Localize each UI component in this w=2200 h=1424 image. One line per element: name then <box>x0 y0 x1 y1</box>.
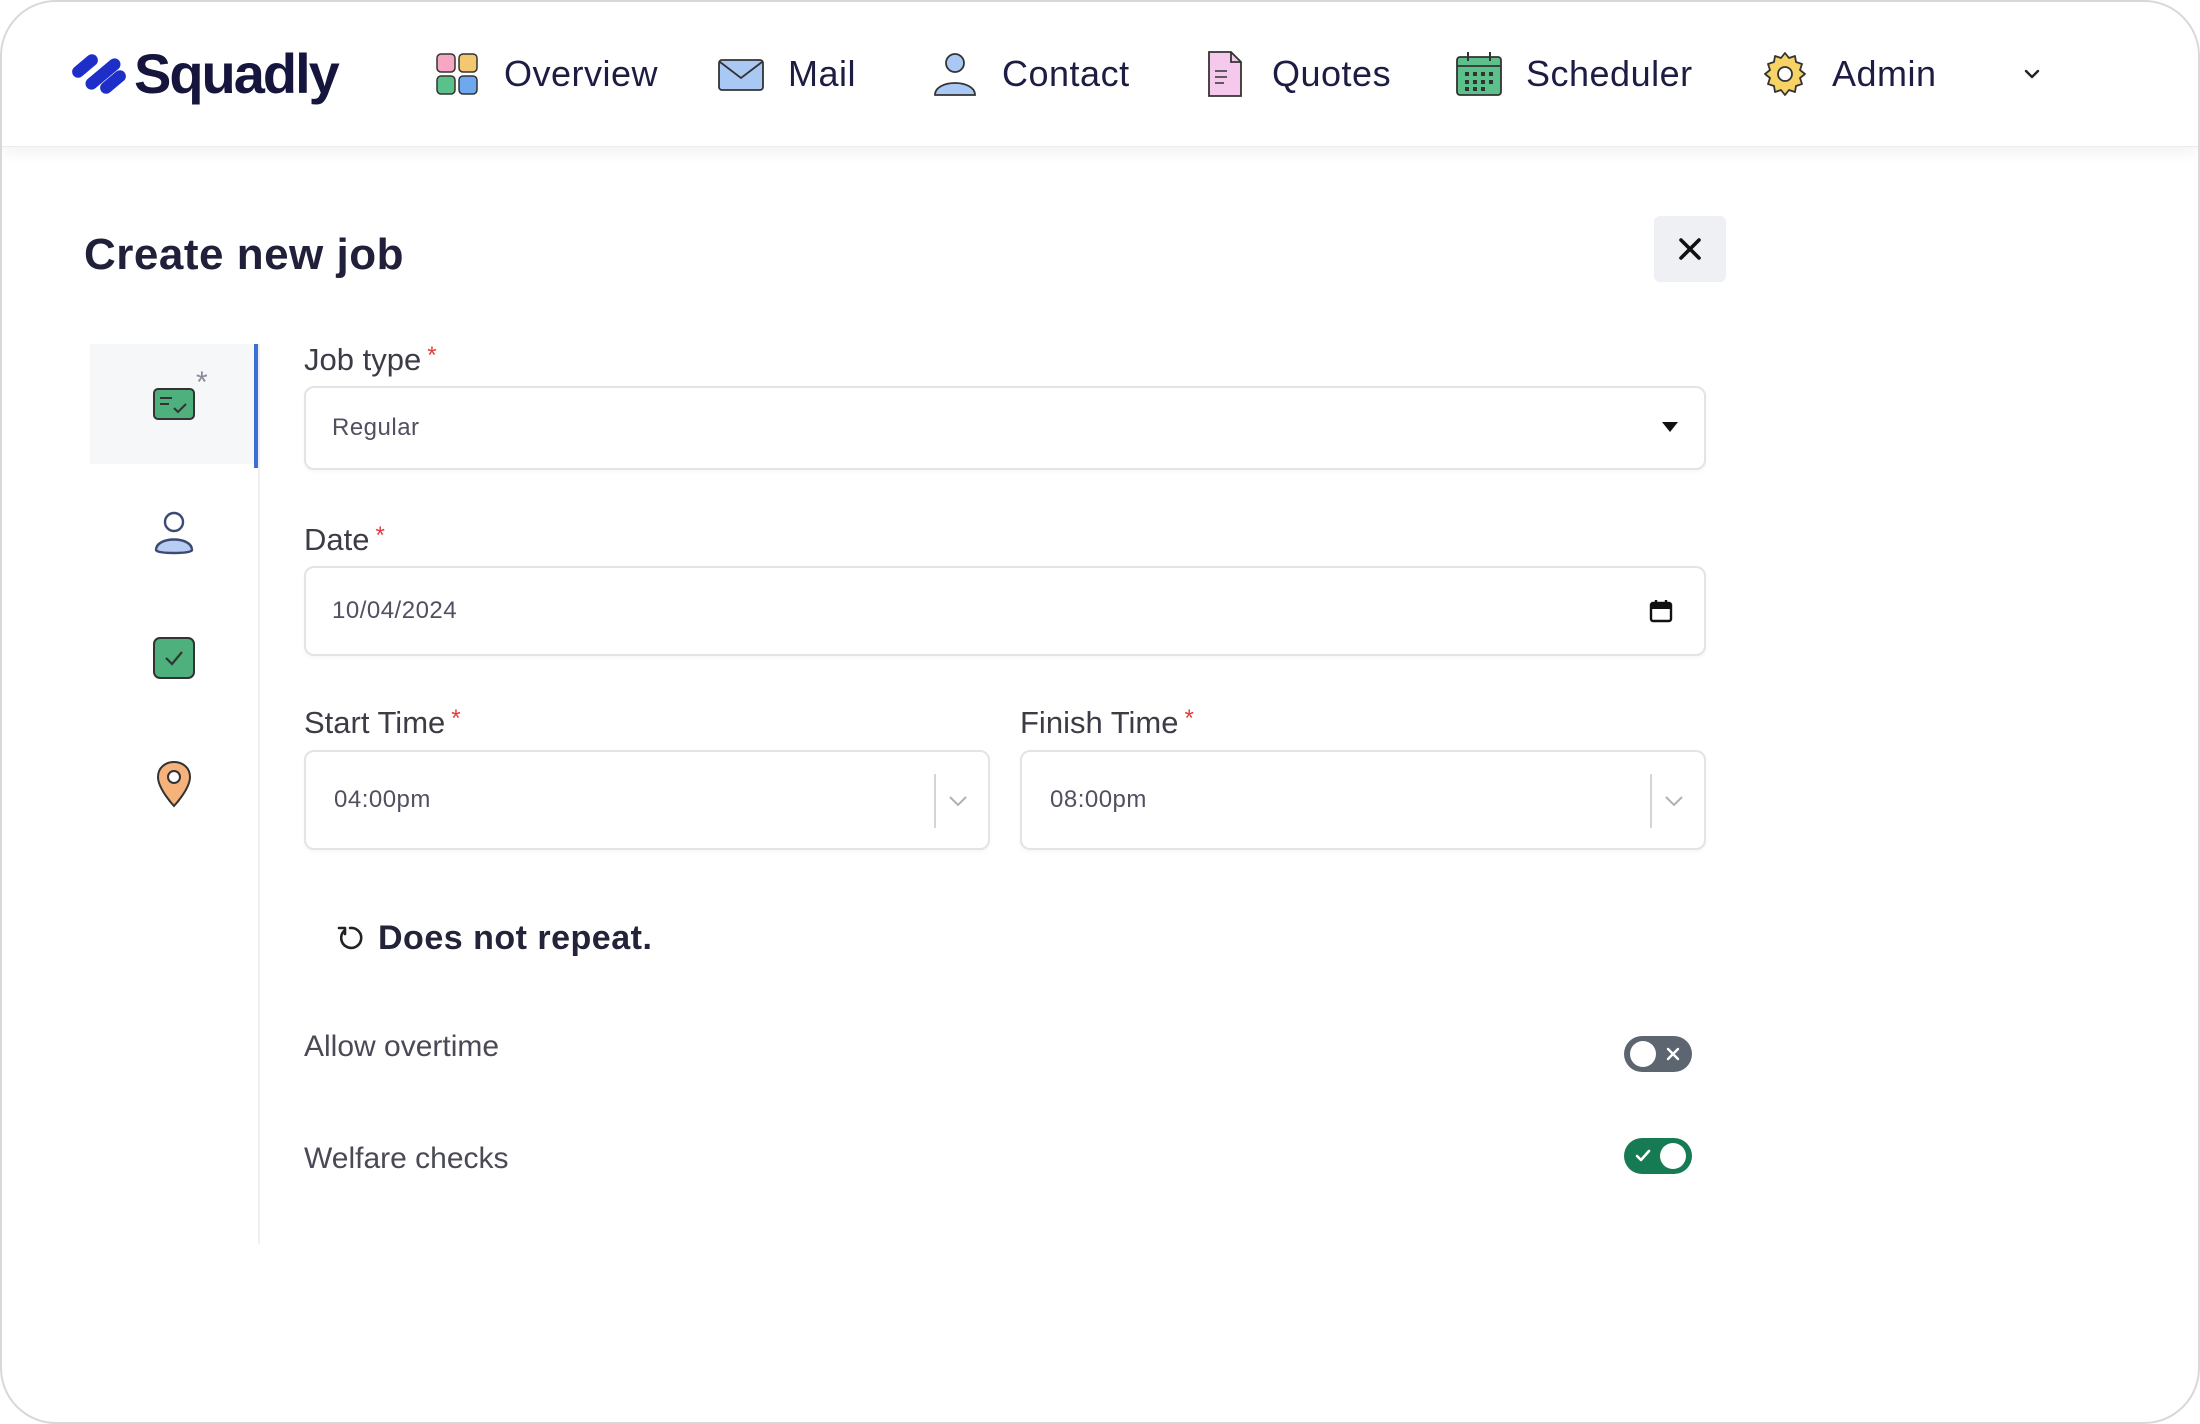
start-time-value: 04:00pm <box>334 786 431 813</box>
close-button[interactable] <box>1654 216 1726 282</box>
calendar-icon <box>1456 52 1502 96</box>
job-type-select[interactable]: Regular <box>304 386 1706 470</box>
nav-quotes[interactable]: Quotes <box>1200 42 1391 106</box>
app-window: Squadly Overview Mail Contact Quotes Sch… <box>0 0 2200 1424</box>
finish-time-select[interactable]: 08:00pm <box>1020 750 1706 850</box>
grid-icon <box>436 53 478 95</box>
job-type-value: Regular <box>332 414 420 441</box>
location-pin-icon <box>156 760 192 808</box>
date-input[interactable]: 10/04/2024 <box>304 566 1706 656</box>
nav-overview-label: Overview <box>504 53 659 94</box>
select-separator <box>1650 774 1652 828</box>
nav-scheduler[interactable]: Scheduler <box>1454 42 1693 106</box>
check-icon <box>1635 1149 1651 1162</box>
required-marker: * <box>427 342 437 369</box>
start-time-label-text: Start Time <box>304 705 446 740</box>
chevron-down-icon[interactable] <box>1662 792 1686 810</box>
chevron-down-icon[interactable] <box>2018 60 2046 88</box>
caret-down-icon <box>1662 422 1678 432</box>
select-separator <box>934 774 936 828</box>
chevron-down-icon[interactable] <box>946 792 970 810</box>
welfare-checks-label: Welfare checks <box>304 1142 509 1175</box>
toggle-knob <box>1660 1143 1686 1169</box>
nav-quotes-label: Quotes <box>1272 53 1392 94</box>
checkbox-icon <box>153 637 195 679</box>
allow-overtime-toggle[interactable] <box>1624 1036 1692 1072</box>
repeat-option[interactable]: Does not repeat. <box>336 916 652 960</box>
repeat-text: Does not repeat. <box>378 918 653 957</box>
date-label: Date * <box>304 522 385 558</box>
allow-overtime-label: Allow overtime <box>304 1030 500 1063</box>
brand-logo[interactable]: Squadly <box>72 38 340 108</box>
active-step-indicator <box>254 344 258 468</box>
brand-name: Squadly <box>134 41 340 105</box>
calendar-picker-icon[interactable] <box>1648 598 1674 624</box>
required-marker: * <box>1184 705 1194 732</box>
toggle-knob <box>1630 1041 1656 1067</box>
welfare-checks-toggle[interactable] <box>1624 1138 1692 1174</box>
top-navigation: Squadly Overview Mail Contact Quotes Sch… <box>2 2 2198 147</box>
finish-time-value: 08:00pm <box>1050 786 1147 813</box>
step-required-marker: * <box>196 366 208 399</box>
step-tasks[interactable] <box>90 598 258 718</box>
job-card-icon <box>153 388 195 420</box>
nav-contact-label: Contact <box>1002 53 1130 94</box>
step-location[interactable] <box>90 724 258 844</box>
nav-mail-label: Mail <box>788 53 857 94</box>
close-icon <box>1679 238 1701 260</box>
mail-icon <box>718 59 764 91</box>
nav-admin[interactable]: Admin <box>1760 42 1937 106</box>
squadly-logo-icon <box>72 54 126 94</box>
nav-mail[interactable]: Mail <box>716 42 856 106</box>
gear-icon <box>1764 52 1806 96</box>
page-title: Create new job <box>84 230 404 279</box>
date-value: 10/04/2024 <box>332 597 458 624</box>
user-icon <box>934 53 976 96</box>
required-marker: * <box>451 705 461 732</box>
job-type-label-text: Job type <box>304 342 422 377</box>
nav-admin-label: Admin <box>1832 53 1937 94</box>
x-icon <box>1666 1047 1680 1061</box>
document-icon <box>1208 51 1242 97</box>
start-time-label: Start Time * <box>304 705 461 741</box>
nav-scheduler-label: Scheduler <box>1526 53 1693 94</box>
nav-contact[interactable]: Contact <box>930 42 1130 106</box>
finish-time-label: Finish Time * <box>1020 705 1194 741</box>
step-staff[interactable] <box>90 472 258 592</box>
date-label-text: Date <box>304 522 370 557</box>
repeat-icon <box>337 926 363 950</box>
required-marker: * <box>375 522 385 549</box>
job-type-label: Job type * <box>304 342 437 378</box>
form-stepper: * <box>90 344 260 1244</box>
nav-overview[interactable]: Overview <box>432 42 658 106</box>
person-icon <box>154 511 194 555</box>
start-time-select[interactable]: 04:00pm <box>304 750 990 850</box>
finish-time-label-text: Finish Time <box>1020 705 1179 740</box>
step-job-details[interactable]: * <box>90 344 258 464</box>
